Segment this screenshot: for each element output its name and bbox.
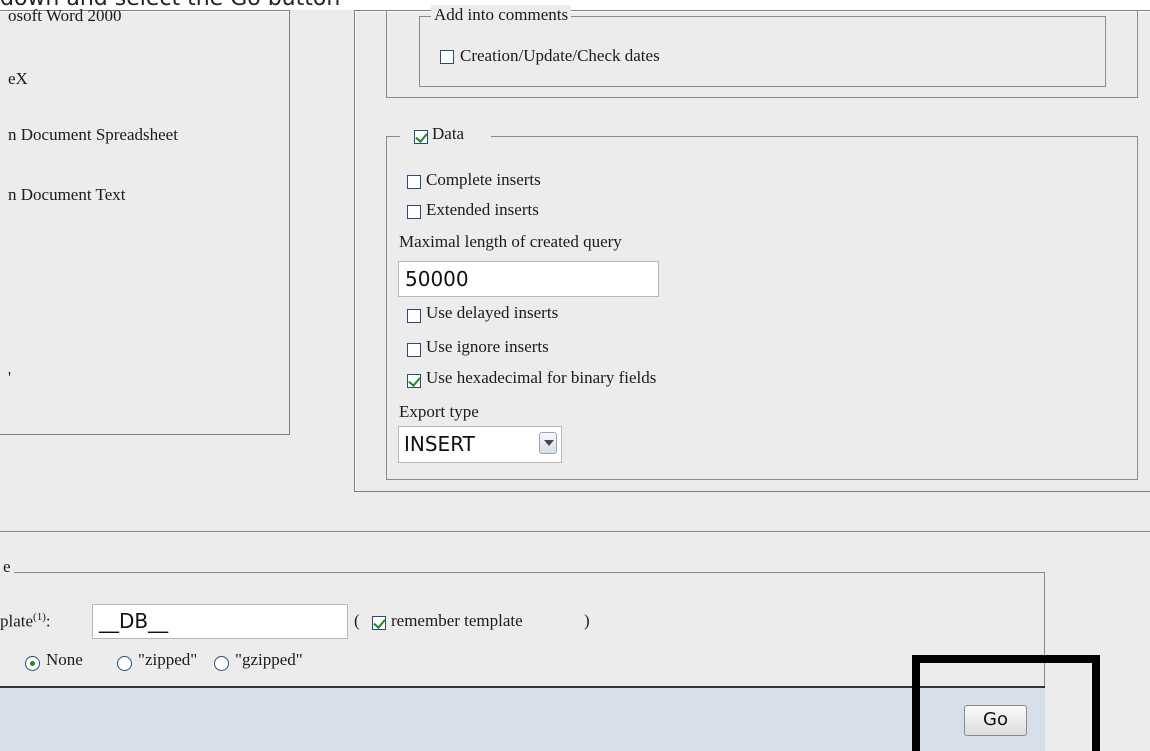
extended-inserts-checkbox[interactable] bbox=[407, 205, 421, 219]
format-panel bbox=[0, 10, 290, 435]
max-length-label: Maximal length of created query bbox=[399, 232, 622, 251]
template-label-suffix: : bbox=[45, 611, 51, 631]
footer-bar bbox=[0, 686, 1045, 751]
delayed-inserts-label: Use delayed inserts bbox=[426, 303, 559, 322]
export-type-value: INSERT bbox=[404, 432, 475, 456]
creation-dates-checkbox[interactable] bbox=[440, 50, 454, 64]
format-item-text[interactable]: n Document Text bbox=[8, 185, 125, 205]
creation-dates-label: Creation/Update/Check dates bbox=[460, 46, 660, 65]
hexadecimal-checkbox[interactable] bbox=[407, 374, 421, 388]
ignore-inserts-label: Use ignore inserts bbox=[426, 337, 549, 356]
save-group-legend: e bbox=[0, 557, 14, 577]
complete-inserts-checkbox[interactable] bbox=[407, 175, 421, 189]
format-item-spreadsheet[interactable]: n Document Spreadsheet bbox=[8, 125, 178, 145]
format-item-word[interactable]: osoft Word 2000 bbox=[8, 6, 122, 26]
chevron-down-icon[interactable] bbox=[539, 432, 557, 454]
hexadecimal-label: Use hexadecimal for binary fields bbox=[426, 368, 657, 387]
format-item-latex[interactable]: eX bbox=[8, 69, 28, 89]
compression-gzipped-label: "gzipped" bbox=[235, 650, 303, 669]
ignore-inserts-checkbox[interactable] bbox=[407, 343, 421, 357]
compression-zipped-label: "zipped" bbox=[138, 650, 198, 669]
data-group-legend: Data bbox=[432, 124, 465, 143]
template-label-prefix: plate bbox=[0, 611, 34, 631]
export-type-select[interactable]: INSERT bbox=[398, 426, 562, 463]
section-divider bbox=[0, 531, 1150, 532]
compression-none-label: None bbox=[46, 650, 83, 669]
remember-template-checkbox[interactable] bbox=[372, 616, 386, 630]
remember-template-label: remember template bbox=[391, 611, 523, 630]
format-item-partial[interactable]: ' bbox=[8, 368, 11, 388]
template-input[interactable]: __DB__ bbox=[92, 604, 348, 639]
complete-inserts-label: Complete inserts bbox=[426, 170, 541, 189]
export-type-label: Export type bbox=[399, 402, 479, 421]
delayed-inserts-checkbox[interactable] bbox=[407, 309, 421, 323]
template-superscript: (1) bbox=[33, 611, 46, 623]
extended-inserts-label: Extended inserts bbox=[426, 200, 539, 219]
data-checkbox[interactable] bbox=[414, 130, 428, 144]
compression-gzipped-radio[interactable] bbox=[214, 656, 229, 671]
template-label: plate(1): bbox=[0, 611, 51, 632]
compression-zipped-radio[interactable] bbox=[117, 656, 132, 671]
highlight-box bbox=[912, 655, 1100, 751]
compression-none-radio[interactable] bbox=[25, 656, 40, 671]
paren-close: ) bbox=[584, 611, 590, 630]
max-length-input[interactable]: 50000 bbox=[398, 261, 659, 297]
paren-open: ( bbox=[354, 611, 360, 630]
comments-group-legend: Add into comments bbox=[431, 5, 572, 25]
